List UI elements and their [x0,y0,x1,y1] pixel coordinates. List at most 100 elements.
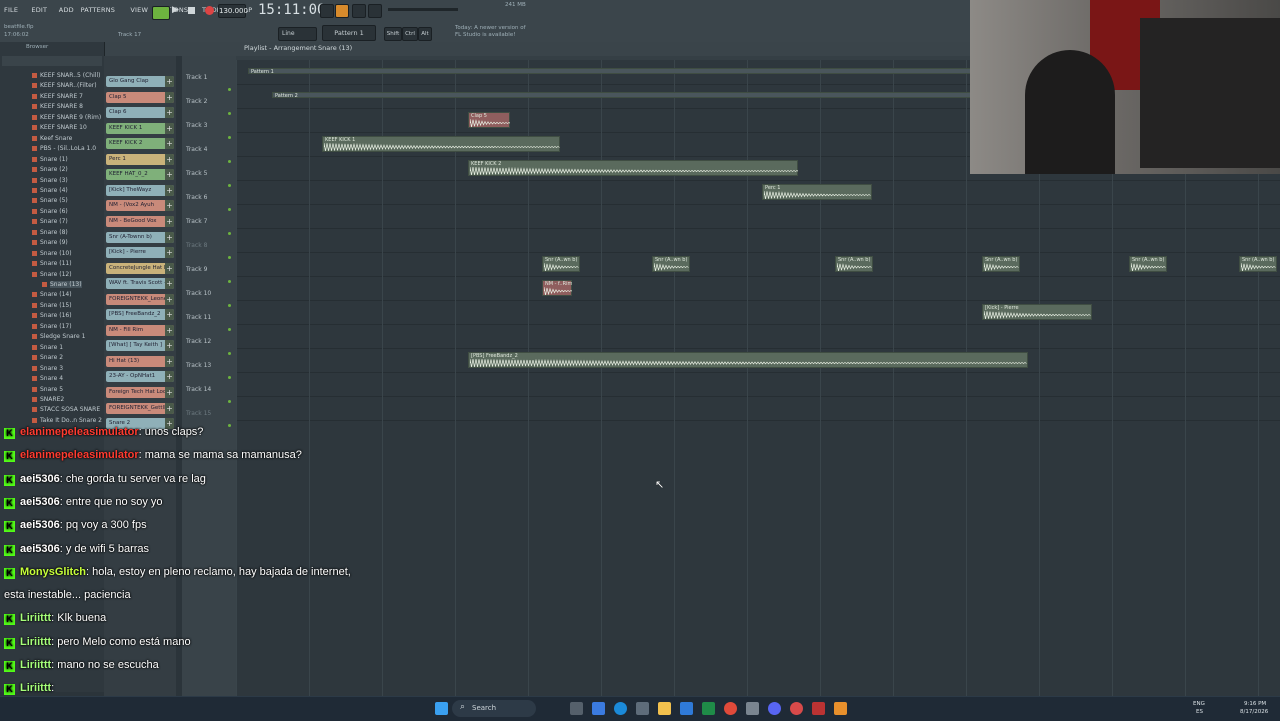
track-mute-led[interactable] [228,88,231,91]
plus-icon[interactable]: + [165,247,174,259]
track-mute-led[interactable] [228,256,231,259]
channel-button[interactable]: [PBS] FreeBandz_2 + [106,309,174,321]
mail-icon[interactable] [680,702,693,715]
language-indicator[interactable]: ENG [1193,701,1205,707]
task-view-icon[interactable] [570,702,583,715]
track-name[interactable]: Track 8 [186,242,207,249]
channel-button[interactable]: [Kick] TheWayz + [106,184,174,196]
browser-item[interactable]: Snare 1 [31,344,63,351]
pattern-song-toggle[interactable] [152,6,170,20]
track-lane[interactable] [236,252,1280,277]
track-name[interactable]: Track 14 [186,386,211,393]
track-mute-led[interactable] [228,400,231,403]
browser-item[interactable]: Keef Snare [31,135,72,142]
news-panel[interactable]: Today: A newer version of FL Studio is a… [455,25,526,39]
track-name[interactable]: Track 12 [186,338,211,345]
channel-button[interactable]: KEEF HAT_0_2 + [106,169,174,181]
browser-item[interactable]: Snare (15) [32,302,72,309]
plus-icon[interactable]: + [165,262,174,274]
excel-icon[interactable] [702,702,715,715]
track-mute-led[interactable] [228,352,231,355]
track-mute-led[interactable] [228,304,231,307]
browser-item[interactable]: KEEF SNARE 10 [32,124,87,131]
chat-username[interactable]: aei5306 [20,473,60,485]
ctrl-button[interactable]: Ctrl [402,27,418,41]
snap-select[interactable]: Line [278,27,317,41]
browser-item[interactable]: Snare (17) [32,323,72,330]
record-icon[interactable] [205,6,214,15]
plus-icon[interactable]: + [165,231,174,243]
track-lane[interactable] [236,228,1280,253]
plus-icon[interactable]: + [165,324,174,336]
step-edit-icon[interactable] [335,4,349,18]
plus-icon[interactable]: + [165,355,174,367]
stop-icon[interactable] [188,7,195,14]
track-name[interactable]: Track 15 [186,410,211,417]
browser-item[interactable]: Snare (5) [32,197,68,204]
app-icon[interactable] [746,702,759,715]
playlist-clip[interactable]: Snr (A..wn b) [542,256,580,272]
channel-button[interactable]: Glo Gang Clap + [106,76,174,87]
browser-item[interactable]: Snare (3) [32,177,68,184]
track-name[interactable]: Track 7 [186,218,207,225]
chat-username[interactable]: aei5306 [20,519,60,531]
channel-button[interactable]: 23-AY - OpNHat1 + [106,371,174,383]
obs-icon[interactable] [812,702,825,715]
channel-button[interactable]: Perc 1 + [106,153,174,165]
plus-icon[interactable]: + [165,91,174,103]
plus-icon[interactable]: + [165,169,174,181]
plus-icon[interactable]: + [165,371,174,383]
tempo-display[interactable]: 130.000 [218,4,248,18]
channel-button[interactable]: Hi Hat (13) + [106,355,174,367]
browser-item[interactable]: PBS - (Sil..LoLa 1.0 [31,145,96,152]
channel-button[interactable]: Clap 6 + [106,107,174,119]
plus-icon[interactable]: + [165,278,174,290]
edge-icon[interactable] [614,702,627,715]
track-mute-led[interactable] [228,160,231,163]
plus-icon[interactable]: + [165,122,174,134]
playlist-clip[interactable]: KEEF KICK 2 [468,160,798,176]
chat-username[interactable]: elanimepeleasimulator [20,426,139,438]
track-mute-led[interactable] [228,136,231,139]
track-mute-led[interactable] [228,376,231,379]
menu-item[interactable]: PATTERNS [81,6,115,14]
file-explorer-icon[interactable] [658,702,671,715]
browser-item[interactable]: Snare (4) [32,187,68,194]
chrome-icon[interactable] [724,702,737,715]
channel-button[interactable]: ConcreteJungle Hat L + [106,262,174,274]
store-icon[interactable] [636,702,649,715]
track-name[interactable]: Track 9 [186,266,207,273]
channel-button[interactable]: Snr (A-Townn b) + [106,231,174,243]
browser-item[interactable]: Snare (16) [32,312,72,319]
chat-username[interactable]: aei5306 [20,543,60,555]
plus-icon[interactable]: + [165,153,174,165]
plus-icon[interactable]: + [165,138,174,150]
channel-button[interactable]: NM - Fill Rim + [106,324,174,336]
playlist-clip[interactable]: Clap 5 [468,112,510,128]
shift-button[interactable]: Shift [384,27,402,41]
chat-username[interactable]: aei5306 [20,496,60,508]
browser-item[interactable]: KEEF SNAR..5 (Chill) [31,72,100,79]
browser-item[interactable]: KEEF SNARE 9 (Rim) [31,114,101,121]
channel-button[interactable]: Clap 5 + [106,91,174,103]
browser-item[interactable]: STACC SOSA SNARE [31,406,100,413]
browser-item[interactable]: Snare (11) [32,260,72,267]
metronome-icon[interactable] [320,4,334,18]
alt-button[interactable]: Alt [418,27,432,41]
channel-button[interactable]: Foreign Tech Hat Loo + [106,387,174,398]
play-icon[interactable]: ▶ [172,5,180,15]
taskbar-search[interactable]: ⌕ Search [452,700,536,717]
pattern-selector[interactable]: Pattern 1 [322,25,376,41]
menu-item[interactable]: ADD [59,6,74,14]
copilot-icon[interactable] [592,702,605,715]
channel-button[interactable]: FOREIGNTEKK_Gettll + [106,402,174,414]
track-mute-led[interactable] [228,112,231,115]
plus-icon[interactable]: + [165,215,174,227]
track-lane[interactable] [236,324,1280,349]
browser-item[interactable]: Snare 4 [31,375,63,382]
plus-icon[interactable]: + [165,184,174,196]
chat-username[interactable]: Liriittt [20,682,51,694]
playlist-clip[interactable]: [Kick] - Pierre [982,304,1092,320]
track-mute-led[interactable] [228,280,231,283]
plus-icon[interactable]: + [165,76,174,87]
